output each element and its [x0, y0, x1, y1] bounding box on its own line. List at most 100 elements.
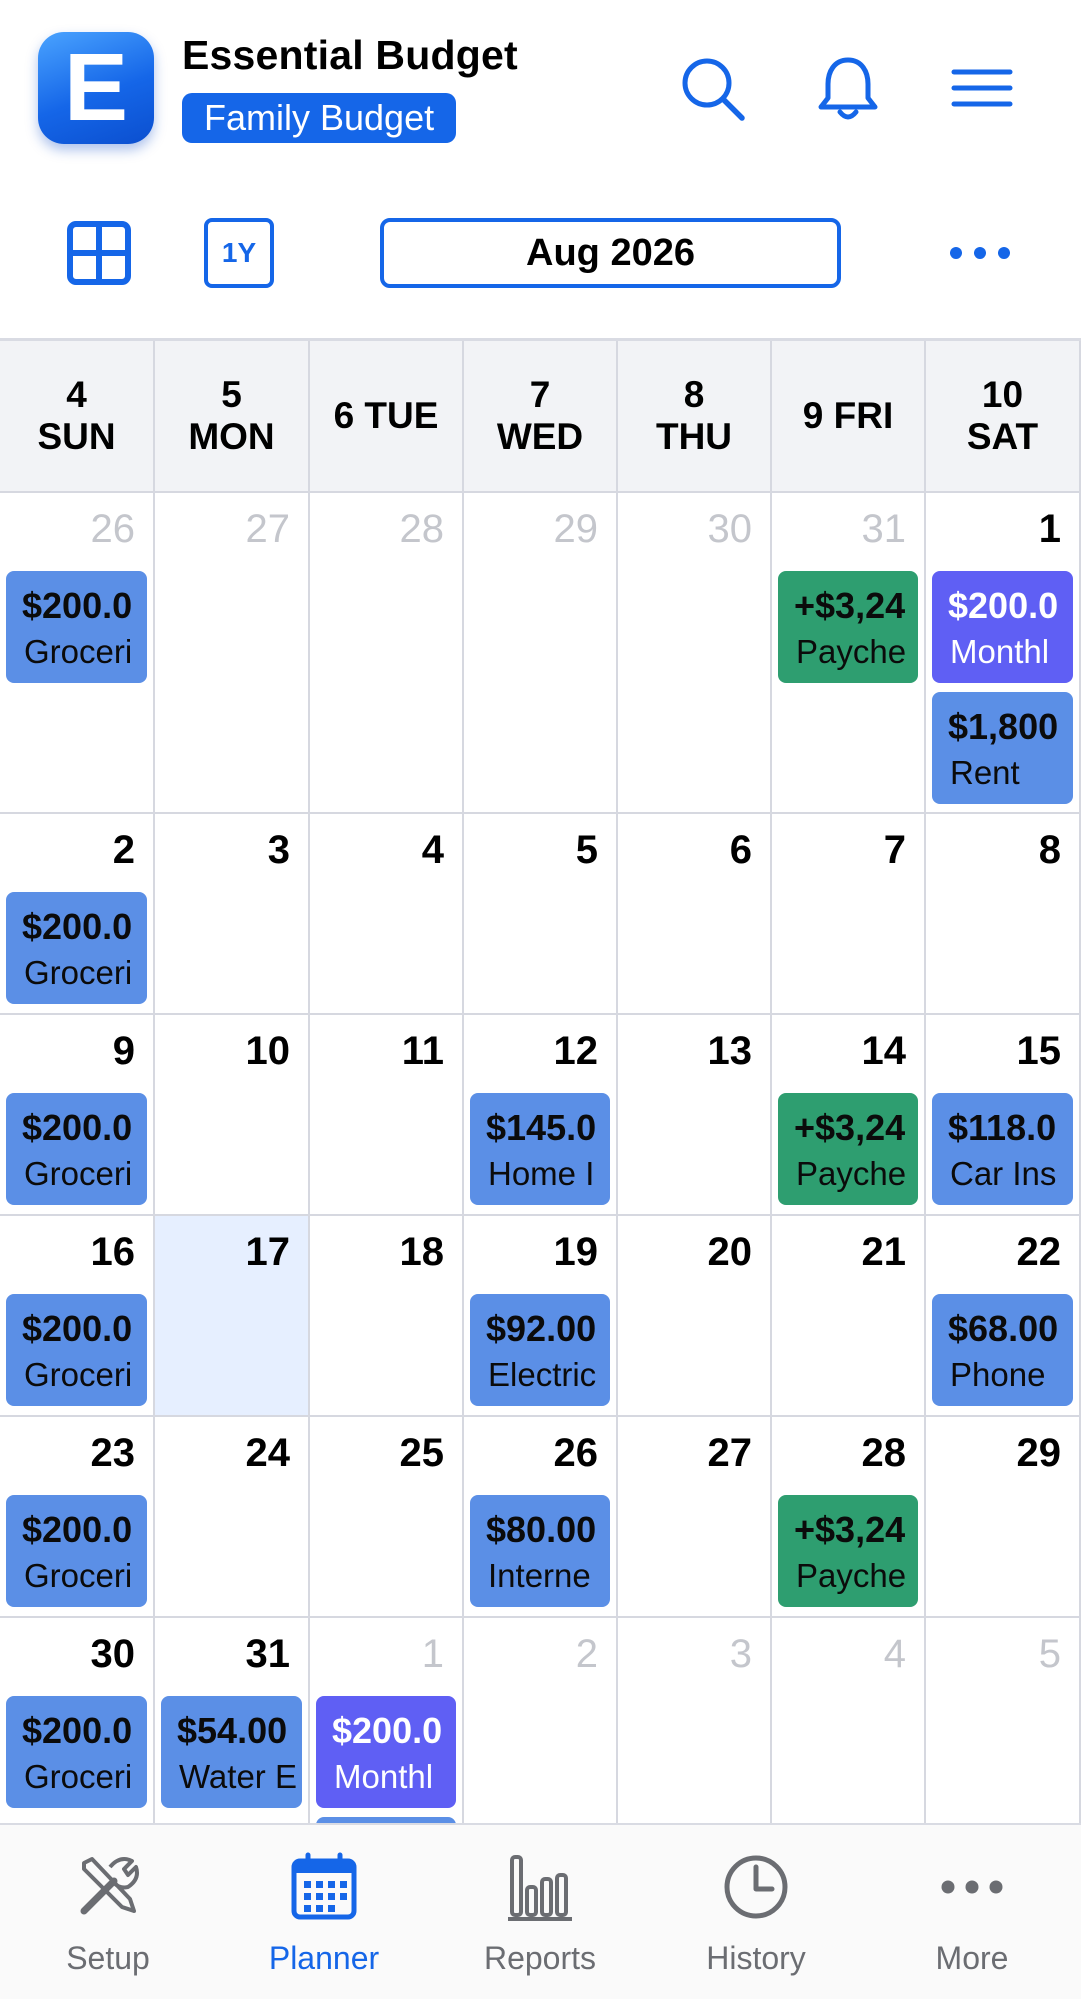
- event-label: Car Ins: [950, 1155, 1057, 1192]
- calendar-day-today[interactable]: 17: [155, 1216, 310, 1415]
- calendar-day[interactable]: 5: [464, 814, 618, 1013]
- calendar-day[interactable]: 22 $68.00 Phone: [926, 1216, 1081, 1415]
- nav-planner[interactable]: Planner: [216, 1825, 432, 1999]
- expense-event[interactable]: $200.0 Groceri: [6, 892, 147, 1004]
- more-dots-icon[interactable]: [944, 228, 1016, 278]
- nav-label-setup: Setup: [66, 1940, 150, 1976]
- expense-event[interactable]: $145.0 Home I: [470, 1093, 610, 1205]
- expense-event[interactable]: $200.0 Groceri: [6, 1696, 147, 1808]
- income-event[interactable]: +$3,24 Payche: [778, 1093, 918, 1205]
- calendar-day[interactable]: 3: [155, 814, 310, 1013]
- day-header-line2: SAT: [966, 416, 1039, 457]
- nav-history[interactable]: History: [648, 1825, 864, 1999]
- calendar-day[interactable]: 29: [464, 493, 618, 812]
- year-view-button[interactable]: 1Y: [204, 218, 274, 288]
- calendar-day[interactable]: 7: [772, 814, 926, 1013]
- calendar-day[interactable]: 30 $200.0 Groceri: [0, 1618, 155, 1823]
- day-number: 19: [553, 1230, 599, 1274]
- calendar-day[interactable]: 20: [618, 1216, 772, 1415]
- expense-event[interactable]: $200.0 Monthl: [316, 1696, 456, 1808]
- calendar-day[interactable]: 5: [926, 1618, 1081, 1823]
- nav-more[interactable]: More: [864, 1825, 1080, 1999]
- calendar-day[interactable]: 13: [618, 1015, 772, 1214]
- expense-event[interactable]: $118.0 Car Ins: [932, 1093, 1073, 1205]
- calendar-day[interactable]: 1 $200.0 Monthl $1,800 Rent: [926, 493, 1081, 812]
- calendar-day[interactable]: 30: [618, 493, 772, 812]
- day-header-line1: 7: [529, 374, 551, 415]
- calendar-day[interactable]: 31 $54.00 Water E: [155, 1618, 310, 1823]
- expense-event[interactable]: $92.00 Electric: [470, 1294, 610, 1406]
- nav-setup[interactable]: Setup: [0, 1825, 216, 1999]
- calendar-day[interactable]: 28: [310, 493, 464, 812]
- calendar-day[interactable]: 15 $118.0 Car Ins: [926, 1015, 1081, 1214]
- search-icon[interactable]: [676, 52, 748, 124]
- grid-view-icon[interactable]: [66, 220, 132, 286]
- calendar-day[interactable]: 10: [155, 1015, 310, 1214]
- calendar-day[interactable]: 31 +$3,24 Payche: [772, 493, 926, 812]
- hamburger-menu-icon[interactable]: [946, 52, 1018, 124]
- calendar-day[interactable]: 6: [618, 814, 772, 1013]
- calendar-day[interactable]: 25: [310, 1417, 464, 1616]
- income-event[interactable]: +$3,24 Payche: [778, 1495, 918, 1607]
- calendar-day[interactable]: 8: [926, 814, 1081, 1013]
- bar-chart-icon: [508, 1855, 572, 1921]
- calendar-day[interactable]: 28 +$3,24 Payche: [772, 1417, 926, 1616]
- calendar-day[interactable]: 2 $200.0 Groceri: [0, 814, 155, 1013]
- day-number: 3: [267, 828, 290, 872]
- calendar-day[interactable]: 14 +$3,24 Payche: [772, 1015, 926, 1214]
- event-label: Groceri: [24, 1557, 133, 1594]
- calendar-day[interactable]: 26 $80.00 Interne: [464, 1417, 618, 1616]
- calendar-day[interactable]: 27: [155, 493, 310, 812]
- expense-event[interactable]: $54.00 Water E: [161, 1696, 302, 1808]
- expense-event[interactable]: $200.0 Groceri: [6, 571, 147, 683]
- event-amount: $200.0: [22, 906, 133, 947]
- day-number: 30: [90, 1632, 136, 1676]
- logo-letter: E: [64, 34, 128, 141]
- day-number: 22: [1016, 1230, 1062, 1274]
- expense-event[interactable]: $1,800 Rent: [932, 692, 1073, 804]
- calendar-day[interactable]: 2: [464, 1618, 618, 1823]
- calendar-day[interactable]: 4: [310, 814, 464, 1013]
- expense-event[interactable]: $200.0 Groceri: [6, 1495, 147, 1607]
- nav-label-reports: Reports: [483, 1940, 597, 1976]
- month-selector[interactable]: Aug 2026: [380, 218, 841, 288]
- calendar-day[interactable]: 26 $200.0 Groceri: [0, 493, 155, 812]
- expense-event[interactable]: $200.0 Groceri: [6, 1294, 147, 1406]
- day-number: 6: [729, 828, 752, 872]
- calendar-day[interactable]: 23 $200.0 Groceri: [0, 1417, 155, 1616]
- calendar-day[interactable]: 16 $200.0 Groceri: [0, 1216, 155, 1415]
- calendar-day[interactable]: 27: [618, 1417, 772, 1616]
- event-amount: $54.00: [177, 1710, 288, 1751]
- day-number: 28: [399, 507, 445, 551]
- week-row: 30 $200.0 Groceri 31 $54.00 Water E 1 $200.0 Mon…: [0, 1616, 1081, 1823]
- calendar-day[interactable]: 1 $200.0 Monthl: [310, 1618, 464, 1823]
- day-number: 9: [112, 1029, 135, 1073]
- nav-reports[interactable]: Reports: [432, 1825, 648, 1999]
- income-event[interactable]: +$3,24 Payche: [778, 571, 918, 683]
- calendar-day[interactable]: 12 $145.0 Home I: [464, 1015, 618, 1214]
- day-header: 7 WED: [464, 341, 618, 491]
- budget-selector[interactable]: Family Budget: [182, 93, 457, 143]
- bell-icon[interactable]: [812, 52, 884, 124]
- calendar-day[interactable]: 21: [772, 1216, 926, 1415]
- calendar-day[interactable]: 18: [310, 1216, 464, 1415]
- expense-event[interactable]: $80.00 Interne: [470, 1495, 610, 1607]
- day-number: 17: [245, 1230, 291, 1274]
- expense-event[interactable]: $68.00 Phone: [932, 1294, 1073, 1406]
- calendar-day[interactable]: 11: [310, 1015, 464, 1214]
- calendar-day[interactable]: 29: [926, 1417, 1081, 1616]
- day-header-line2: MON: [188, 416, 275, 457]
- app-header: E Essential Budget Family Budget: [0, 0, 1081, 180]
- calendar-day[interactable]: 4: [772, 1618, 926, 1823]
- day-number: 26: [90, 507, 136, 551]
- expense-event[interactable]: $200.0 Monthl: [932, 571, 1073, 683]
- event-label: Payche: [796, 1155, 907, 1192]
- day-number: 1: [421, 1632, 444, 1676]
- expense-event[interactable]: $200.0 Groceri: [6, 1093, 147, 1205]
- calendar-day[interactable]: 19 $92.00 Electric: [464, 1216, 618, 1415]
- event-label: Phone: [950, 1356, 1046, 1393]
- event-label: Electric: [488, 1356, 597, 1393]
- calendar-day[interactable]: 3: [618, 1618, 772, 1823]
- calendar-day[interactable]: 9 $200.0 Groceri: [0, 1015, 155, 1214]
- calendar-day[interactable]: 24: [155, 1417, 310, 1616]
